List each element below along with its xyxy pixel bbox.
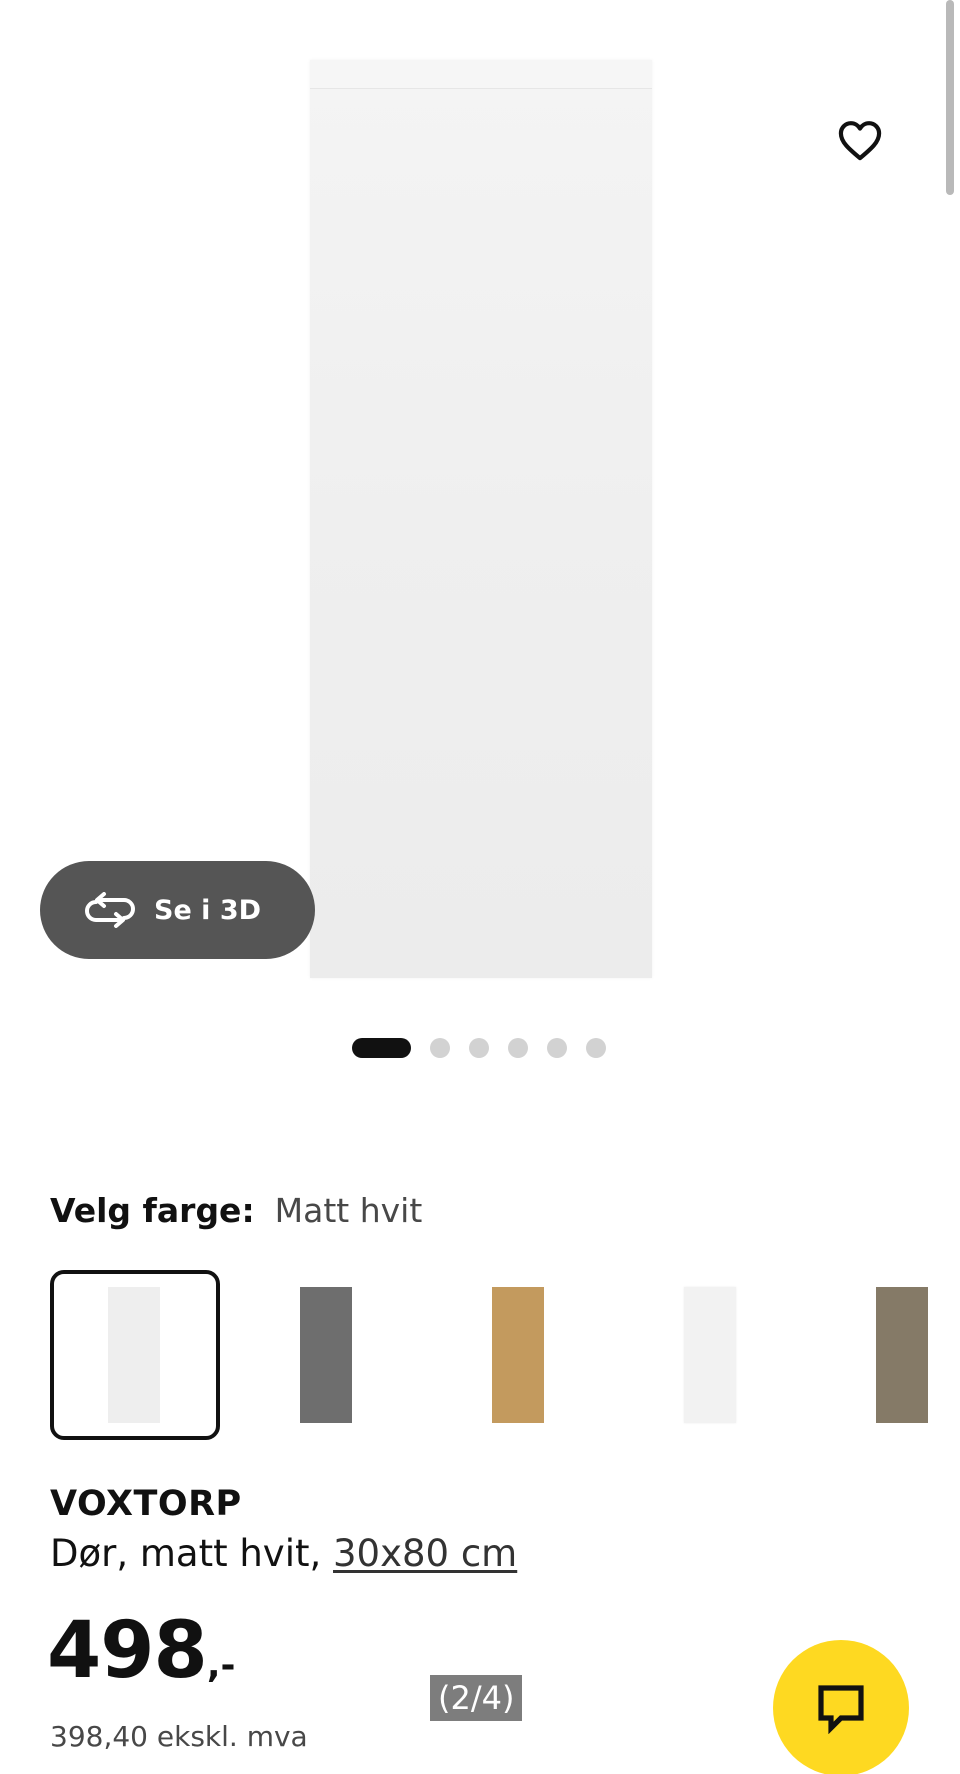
pagination-dot-active[interactable]	[352, 1038, 411, 1058]
price-excl-vat: 398,40 ekskl. mva	[50, 1720, 308, 1753]
product-description-text: Dør, matt hvit,	[50, 1532, 334, 1575]
page-counter-overlay: (2/4)	[430, 1675, 523, 1721]
product-size-link[interactable]: 30x80 cm	[333, 1532, 517, 1575]
pagination-dot[interactable]	[430, 1038, 450, 1058]
product-gallery[interactable]: Se i 3D	[0, 0, 960, 1058]
pagination-dot[interactable]	[469, 1038, 489, 1058]
door-top-edge	[310, 60, 652, 89]
see-in-3d-button[interactable]: Se i 3D	[40, 861, 315, 959]
color-swatch-grey[interactable]	[242, 1270, 412, 1440]
color-swatch-oak[interactable]	[434, 1270, 604, 1440]
rotate-icon	[84, 890, 136, 930]
selected-color-value: Matt hvit	[274, 1191, 423, 1230]
pagination-dot[interactable]	[547, 1038, 567, 1058]
pagination-dot[interactable]	[508, 1038, 528, 1058]
color-swatch-high-gloss-white[interactable]	[626, 1270, 796, 1440]
price-suffix: ,-	[206, 1645, 236, 1686]
color-swatch-matt-white[interactable]	[50, 1270, 220, 1440]
color-selector-heading: Velg farge: Matt hvit	[50, 1191, 422, 1230]
swatch-door-image	[492, 1287, 544, 1423]
product-description: Dør, matt hvit, 30x80 cm	[50, 1532, 517, 1575]
product-page: Se i 3D Velg farge: Matt hvit VOXTORP Dø…	[0, 0, 960, 1774]
color-selector-label: Velg farge:	[50, 1191, 255, 1230]
price-amount: 498	[47, 1606, 208, 1696]
swatch-door-image	[876, 1287, 928, 1423]
swatch-door-image	[684, 1287, 736, 1423]
product-image	[310, 60, 652, 978]
chat-bubble-icon	[818, 1685, 864, 1734]
chat-button[interactable]	[773, 1640, 909, 1774]
favorite-button[interactable]	[830, 110, 890, 170]
gallery-pagination	[352, 1037, 625, 1059]
product-name: VOXTORP	[50, 1484, 242, 1524]
heart-outline-icon	[838, 121, 882, 161]
product-price: 498 ,-	[47, 1612, 235, 1690]
swatch-door-image	[108, 1287, 160, 1423]
color-swatch-grey-beige[interactable]	[818, 1270, 938, 1440]
swatch-door-image	[300, 1287, 352, 1423]
see-in-3d-label: Se i 3D	[154, 894, 262, 926]
pagination-dot[interactable]	[586, 1038, 606, 1058]
